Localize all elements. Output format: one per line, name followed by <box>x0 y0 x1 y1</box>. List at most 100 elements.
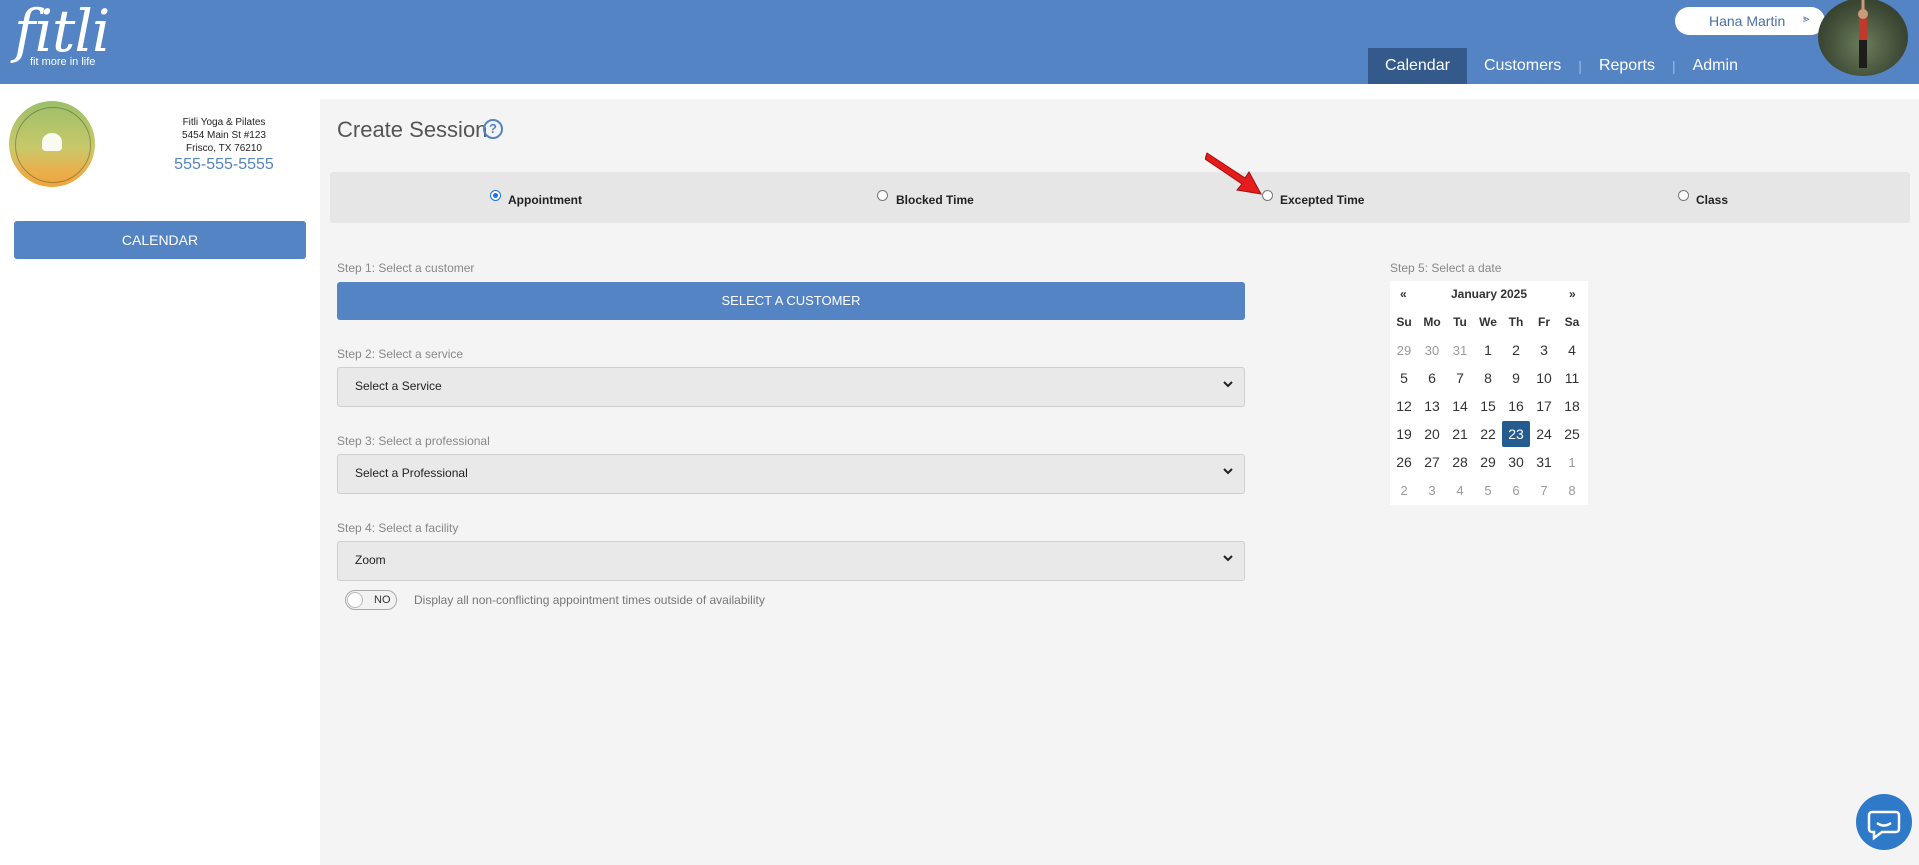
date-cell[interactable]: 11 <box>1558 364 1586 392</box>
top-bar: fitli fit more in life Hana Martin ⪢ Cal… <box>0 0 1919 84</box>
date-number: 15 <box>1480 398 1496 414</box>
date-cell[interactable]: 8 <box>1558 476 1586 504</box>
nav-calendar[interactable]: Calendar <box>1368 48 1467 84</box>
availability-toggle[interactable]: NO <box>345 590 397 610</box>
date-number: 29 <box>1396 342 1412 358</box>
month-label[interactable]: January 2025 <box>1390 287 1588 301</box>
date-cell[interactable]: 12 <box>1390 392 1418 420</box>
nav-admin[interactable]: Admin <box>1676 48 1755 84</box>
session-type-class-label[interactable]: Class <box>1696 193 1728 207</box>
date-cell[interactable]: 7 <box>1446 364 1474 392</box>
weekday-header: Fr <box>1538 315 1550 329</box>
date-number: 31 <box>1452 342 1468 358</box>
session-type-excepted-label[interactable]: Excepted Time <box>1280 193 1364 207</box>
chevron-down-icon <box>1223 468 1233 475</box>
date-cell[interactable]: 29 <box>1390 336 1418 364</box>
date-number: 29 <box>1480 454 1496 470</box>
date-cell[interactable]: 3 <box>1530 336 1558 364</box>
toggle-state: NO <box>374 594 391 606</box>
date-cell[interactable]: 5 <box>1390 364 1418 392</box>
date-cell[interactable]: 31 <box>1530 448 1558 476</box>
date-cell[interactable]: 8 <box>1474 364 1502 392</box>
date-cell[interactable]: 28 <box>1446 448 1474 476</box>
weekday-header: Tu <box>1453 315 1467 329</box>
facility-select[interactable]: Zoom <box>337 541 1245 581</box>
step1-label: Step 1: Select a customer <box>337 261 475 275</box>
date-number: 8 <box>1484 370 1492 386</box>
step3-label: Step 3: Select a professional <box>337 434 490 448</box>
weekday-header: Sa <box>1564 315 1580 329</box>
next-month-button[interactable]: » <box>1569 287 1576 301</box>
date-cell[interactable]: 29 <box>1474 448 1502 476</box>
date-number: 2 <box>1400 482 1408 498</box>
service-select[interactable]: Select a Service <box>337 367 1245 407</box>
logo-word: fitli <box>14 0 110 65</box>
date-cell[interactable]: 1 <box>1474 336 1502 364</box>
date-cell[interactable]: 6 <box>1502 476 1530 504</box>
date-number: 3 <box>1428 482 1436 498</box>
date-number: 7 <box>1456 370 1464 386</box>
avatar[interactable] <box>1818 0 1908 76</box>
session-type-appointment-label[interactable]: Appointment <box>508 193 582 207</box>
date-cell[interactable]: 2 <box>1390 476 1418 504</box>
step2-label: Step 2: Select a service <box>337 347 464 361</box>
date-cell[interactable]: 10 <box>1530 364 1558 392</box>
select-customer-button[interactable]: SELECT A CUSTOMER <box>337 282 1245 320</box>
professional-select[interactable]: Select a Professional <box>337 454 1245 494</box>
date-cell[interactable]: 13 <box>1418 392 1446 420</box>
nav-reports[interactable]: Reports <box>1582 48 1672 84</box>
date-cell[interactable]: 18 <box>1558 392 1586 420</box>
date-cell[interactable]: 22 <box>1474 420 1502 448</box>
calendar-button[interactable]: CALENDAR <box>14 221 306 259</box>
date-cell[interactable]: 30 <box>1502 448 1530 476</box>
date-cell[interactable]: 9 <box>1502 364 1530 392</box>
nav-customers[interactable]: Customers <box>1467 48 1578 84</box>
date-cell[interactable]: 21 <box>1446 420 1474 448</box>
professional-select-value: Select a Professional <box>355 466 468 480</box>
date-number: 5 <box>1484 482 1492 498</box>
date-cell[interactable]: 14 <box>1446 392 1474 420</box>
date-cell[interactable]: 4 <box>1446 476 1474 504</box>
blocked-time-radio[interactable] <box>877 190 888 201</box>
date-cell[interactable]: 27 <box>1418 448 1446 476</box>
date-number: 13 <box>1424 398 1440 414</box>
class-radio[interactable] <box>1678 190 1689 201</box>
weekday-header: We <box>1479 315 1497 329</box>
fitli-logo[interactable]: fitli fit more in life <box>14 0 110 68</box>
date-cell[interactable]: 20 <box>1418 420 1446 448</box>
date-cell[interactable]: 24 <box>1530 420 1558 448</box>
date-cell[interactable]: 31 <box>1446 336 1474 364</box>
date-cell[interactable]: 17 <box>1530 392 1558 420</box>
chat-button[interactable] <box>1856 794 1912 850</box>
date-cell[interactable]: 19 <box>1390 420 1418 448</box>
date-number: 19 <box>1396 426 1412 442</box>
date-cell[interactable]: 7 <box>1530 476 1558 504</box>
date-cell[interactable]: 3 <box>1418 476 1446 504</box>
date-cell[interactable]: 6 <box>1418 364 1446 392</box>
date-cell[interactable]: 30 <box>1418 336 1446 364</box>
date-cell[interactable]: 5 <box>1474 476 1502 504</box>
date-picker-header: « January 2025 » <box>1390 281 1588 307</box>
date-number: 4 <box>1456 482 1464 498</box>
chevron-down-icon: ⪢ <box>1803 13 1810 25</box>
business-phone[interactable]: 555-555-5555 <box>150 157 298 173</box>
date-cell[interactable]: 23 <box>1502 420 1530 448</box>
date-number: 25 <box>1564 426 1580 442</box>
date-cell[interactable]: 2 <box>1502 336 1530 364</box>
date-cell[interactable]: 16 <box>1502 392 1530 420</box>
date-number: 20 <box>1424 426 1440 442</box>
appointment-radio[interactable] <box>490 190 501 201</box>
date-number: 30 <box>1424 342 1440 358</box>
date-number: 31 <box>1536 454 1552 470</box>
user-menu-button[interactable]: Hana Martin ⪢ <box>1675 7 1825 35</box>
date-cell[interactable]: 26 <box>1390 448 1418 476</box>
chevron-down-icon <box>1223 381 1233 388</box>
date-cell[interactable]: 4 <box>1558 336 1586 364</box>
date-cell[interactable]: 1 <box>1558 448 1586 476</box>
date-cell[interactable]: 25 <box>1558 420 1586 448</box>
date-number: 3 <box>1540 342 1548 358</box>
session-type-blocked-label[interactable]: Blocked Time <box>896 193 974 207</box>
excepted-time-radio[interactable] <box>1262 190 1273 201</box>
date-cell[interactable]: 15 <box>1474 392 1502 420</box>
help-icon[interactable]: ? <box>483 119 503 139</box>
